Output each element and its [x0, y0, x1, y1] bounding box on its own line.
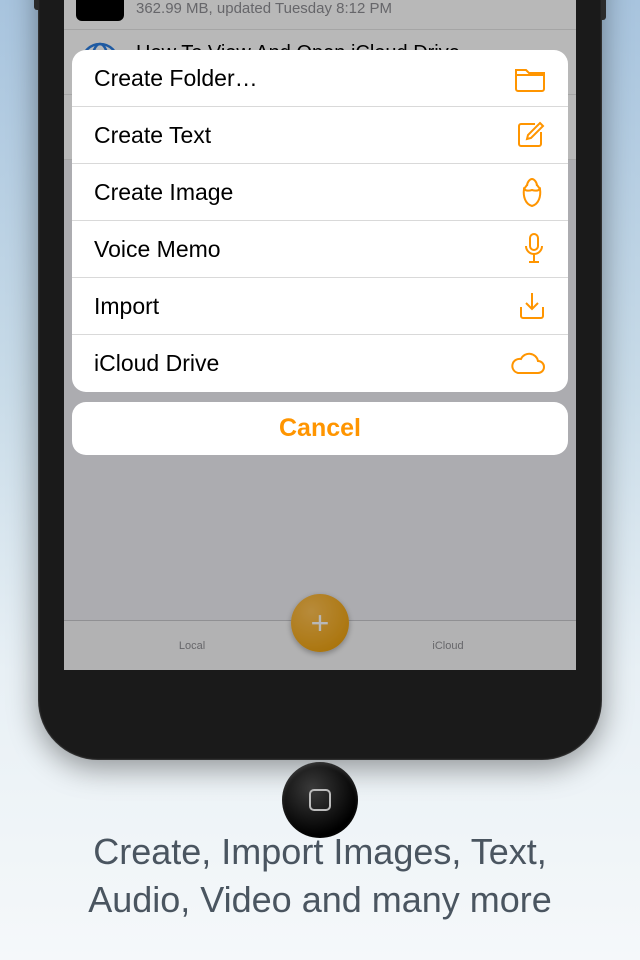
rose-icon — [518, 176, 546, 208]
compose-icon — [516, 120, 546, 150]
create-image-option[interactable]: Create Image — [72, 164, 568, 221]
cloud-icon — [510, 351, 546, 377]
action-sheet: Create Folder… Create Text — [72, 50, 568, 455]
create-text-option[interactable]: Create Text — [72, 107, 568, 164]
folder-icon — [514, 64, 546, 92]
option-label: Create Image — [94, 179, 233, 206]
home-button[interactable] — [282, 762, 358, 838]
home-button-square — [309, 789, 331, 811]
phone-side-button — [601, 0, 606, 20]
action-sheet-options: Create Folder… Create Text — [72, 50, 568, 392]
option-label: Import — [94, 293, 159, 320]
icloud-drive-option[interactable]: iCloud Drive — [72, 335, 568, 392]
download-icon — [518, 291, 546, 321]
import-option[interactable]: Import — [72, 278, 568, 335]
phone-screen: 1.92 MB, updated 5:04 PM Movie 2 362.99 … — [64, 0, 576, 670]
caption-line: Audio, Video and many more — [30, 876, 610, 925]
option-label: Voice Memo — [94, 236, 221, 263]
option-label: iCloud Drive — [94, 350, 219, 377]
phone-side-button — [34, 0, 39, 10]
promo-caption: Create, Import Images, Text, Audio, Vide… — [0, 828, 640, 925]
cancel-button[interactable]: Cancel — [72, 402, 568, 455]
caption-line: Create, Import Images, Text, — [30, 828, 610, 877]
phone-frame: 1.92 MB, updated 5:04 PM Movie 2 362.99 … — [38, 0, 602, 760]
voice-memo-option[interactable]: Voice Memo — [72, 221, 568, 278]
create-folder-option[interactable]: Create Folder… — [72, 50, 568, 107]
microphone-icon — [522, 232, 546, 266]
option-label: Create Folder… — [94, 65, 258, 92]
option-label: Create Text — [94, 122, 211, 149]
cancel-label: Cancel — [279, 414, 361, 443]
